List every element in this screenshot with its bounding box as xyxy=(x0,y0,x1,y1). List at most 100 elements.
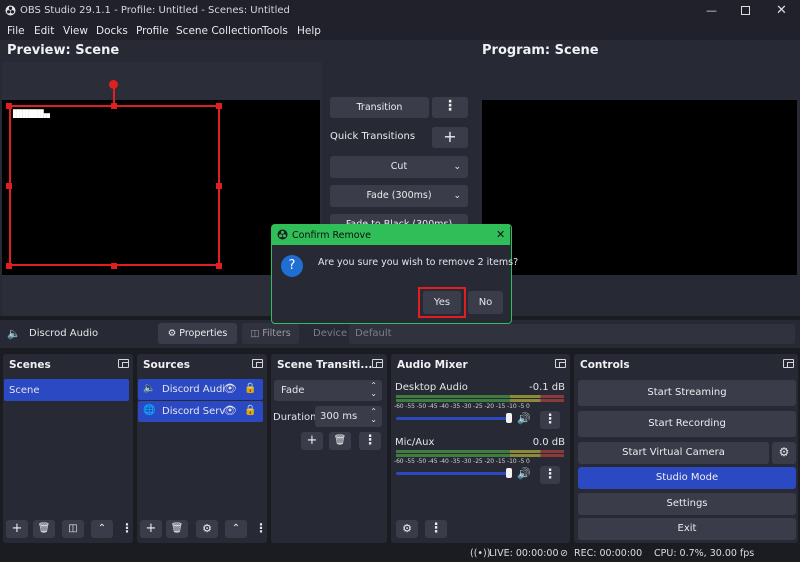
channel-level: 0.0 dB xyxy=(532,437,565,448)
filter-icon: ◫ xyxy=(250,328,263,339)
volume-slider-handle[interactable] xyxy=(506,413,512,423)
volume-meter xyxy=(396,399,564,402)
undock-icon[interactable] xyxy=(252,359,263,368)
menu-docks[interactable]: Docks xyxy=(96,25,128,37)
rec-status: REC: 00:00:00 xyxy=(574,548,643,559)
more-options-icon[interactable]: ⋮ xyxy=(540,466,560,484)
no-button[interactable]: No xyxy=(468,291,503,314)
filters-button[interactable]: ◫ Filters xyxy=(242,323,299,344)
trash-icon[interactable]: 🗑 xyxy=(166,520,188,538)
lock-icon[interactable]: 🔒 xyxy=(244,383,256,394)
close-icon[interactable]: ✕ xyxy=(776,3,787,18)
exit-button[interactable]: Exit xyxy=(578,518,796,540)
gear-icon[interactable]: ⚙ xyxy=(196,520,218,538)
device-label: Device xyxy=(313,328,348,339)
transition-menu-icon[interactable]: ⋮ xyxy=(432,97,468,118)
resize-handle[interactable] xyxy=(6,263,12,269)
menu-profile[interactable]: Profile xyxy=(136,25,169,37)
source-item[interactable]: 🔈 Discord Audi 👁 🔒 xyxy=(138,379,263,400)
volume-slider[interactable] xyxy=(396,472,509,475)
maximize-icon[interactable] xyxy=(741,6,750,15)
add-scene-icon[interactable]: + xyxy=(6,520,28,538)
studio-mode-button[interactable]: Studio Mode xyxy=(578,467,796,489)
minimize-icon[interactable]: — xyxy=(706,4,717,17)
speaker-icon[interactable]: 🔊 xyxy=(517,412,531,425)
obs-logo-icon xyxy=(277,229,288,240)
undock-icon[interactable] xyxy=(555,359,566,368)
controls-dock: Controls Start Streaming Start Recording… xyxy=(574,354,798,543)
resize-handle[interactable] xyxy=(111,263,117,269)
more-options-icon[interactable]: ⋮ xyxy=(359,432,381,450)
menu-scene-collection[interactable]: Scene Collection xyxy=(176,25,263,37)
move-up-icon[interactable]: ⌃ xyxy=(91,520,113,538)
resize-handle[interactable] xyxy=(6,183,12,189)
settings-button[interactable]: Settings xyxy=(578,493,796,515)
move-up-icon[interactable]: ⌃ xyxy=(225,520,247,538)
controls-title: Controls xyxy=(580,359,630,371)
source-item[interactable]: 🌐 Discord Serv 👁 🔒 xyxy=(138,401,263,422)
volume-slider[interactable] xyxy=(396,417,509,420)
undock-icon[interactable] xyxy=(372,359,383,368)
scenes-title: Scenes xyxy=(9,359,51,371)
menu-file[interactable]: File xyxy=(7,25,25,37)
quick-transition-label: Fade (300ms) xyxy=(366,190,432,201)
channel-name: Desktop Audio xyxy=(395,382,468,393)
window-title: OBS Studio 29.1.1 - Profile: Untitled - … xyxy=(20,5,290,16)
duration-spinbox[interactable]: 300 ms ⌃ ⌄ xyxy=(315,406,382,427)
properties-button[interactable]: ⚙ Properties xyxy=(158,323,237,344)
more-options-icon[interactable]: ⋮ xyxy=(255,521,267,535)
cpu-status: CPU: 0.7%, 30.00 fps xyxy=(654,548,755,559)
close-icon[interactable]: ✕ xyxy=(496,228,505,241)
resize-handle[interactable] xyxy=(111,103,117,109)
volume-meter xyxy=(396,450,564,453)
quick-transition-cut[interactable]: Cut ⌄ xyxy=(330,156,468,178)
properties-label: Properties xyxy=(179,328,228,339)
more-options-icon[interactable]: ⋮ xyxy=(425,520,447,538)
gear-icon[interactable]: ⚙ xyxy=(772,442,796,464)
channel-name: Mic/Aux xyxy=(395,437,435,448)
device-select[interactable]: Default xyxy=(349,324,795,344)
scene-transitions-dock-header: Scene Transiti... xyxy=(271,354,387,374)
trash-icon[interactable]: 🗑 xyxy=(33,520,55,538)
discord-overlay-thumbnail: ██████████ ████████████ xyxy=(13,109,50,118)
menu-tools[interactable]: Tools xyxy=(262,25,288,37)
yes-button[interactable]: Yes xyxy=(423,291,461,314)
eye-icon[interactable]: 👁 xyxy=(223,382,237,395)
volume-meter xyxy=(396,395,564,398)
add-source-icon[interactable]: + xyxy=(140,520,162,538)
resize-handle[interactable] xyxy=(216,183,222,189)
add-quick-transition-icon[interactable]: + xyxy=(432,127,468,148)
menu-view[interactable]: View xyxy=(63,25,88,37)
menu-edit[interactable]: Edit xyxy=(34,25,54,37)
start-recording-button[interactable]: Start Recording xyxy=(578,411,796,437)
start-streaming-button[interactable]: Start Streaming xyxy=(578,380,796,406)
trash-icon[interactable]: 🗑 xyxy=(329,432,351,450)
menu-help[interactable]: Help xyxy=(297,25,321,37)
undock-icon[interactable] xyxy=(783,359,794,368)
resize-handle[interactable] xyxy=(216,103,222,109)
sources-dock-header: Sources xyxy=(137,354,267,374)
gears-icon[interactable]: ⚙ xyxy=(396,520,418,538)
transition-select[interactable]: Fade ⌃ ⌄ xyxy=(274,380,382,401)
speaker-icon[interactable]: 🔊 xyxy=(517,467,531,480)
selected-source-name: Discrod Audio xyxy=(29,328,99,339)
resize-handle[interactable] xyxy=(6,103,12,109)
scene-item[interactable]: Scene xyxy=(4,379,129,401)
source-selection-box[interactable]: ██████████ ████████████ xyxy=(9,105,220,266)
eye-icon[interactable]: 👁 xyxy=(223,404,237,417)
confirm-remove-dialog: Confirm Remove ✕ ? Are you sure you wish… xyxy=(271,224,518,324)
add-transition-icon[interactable]: + xyxy=(301,432,323,450)
resize-handle[interactable] xyxy=(216,263,222,269)
volume-slider-handle[interactable] xyxy=(506,468,512,478)
lock-icon[interactable]: 🔒 xyxy=(244,405,256,416)
transition-button[interactable]: Transition xyxy=(330,97,429,118)
gear-icon: ⚙ xyxy=(167,328,180,339)
undock-icon[interactable] xyxy=(118,359,129,368)
quick-transition-fade[interactable]: Fade (300ms) ⌄ xyxy=(330,185,468,207)
more-options-icon[interactable]: ⋮ xyxy=(121,521,133,535)
rotation-handle[interactable] xyxy=(109,80,118,89)
start-virtual-camera-button[interactable]: Start Virtual Camera xyxy=(578,442,769,464)
more-options-icon[interactable]: ⋮ xyxy=(540,411,560,429)
scene-filters-icon[interactable]: ◫ xyxy=(62,520,84,538)
sources-title: Sources xyxy=(143,359,191,371)
